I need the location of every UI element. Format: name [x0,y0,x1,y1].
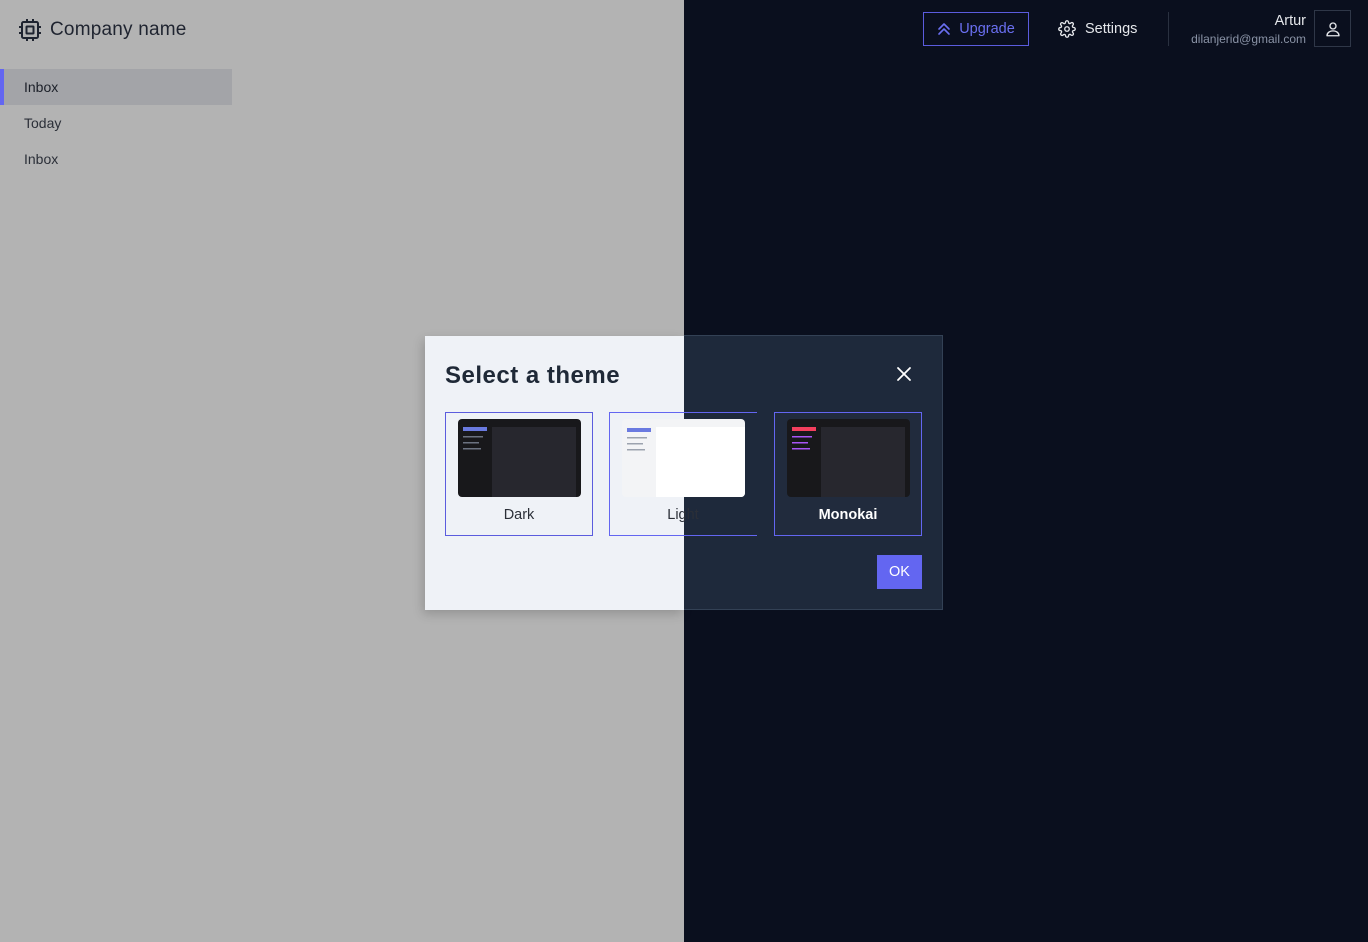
sidebar-item-inbox[interactable]: Inbox [0,69,232,105]
ok-button[interactable]: OK [877,555,922,589]
settings-button[interactable]: Settings [1058,19,1137,39]
user-name: Artur [1274,13,1306,29]
chevrons-up-icon [938,23,950,35]
brand-name: Company name [50,19,187,40]
user-icon [1325,21,1340,36]
brand[interactable]: Company name [18,18,187,42]
settings-label: Settings [1085,21,1138,37]
theme-label-light-text: Light [667,507,699,523]
theme-label-monokai: Monokai [818,507,878,523]
theme-modal: Select a theme Dark Light Monokai OK [425,336,943,610]
theme-label-light: Light [610,507,756,523]
avatar-button[interactable] [1314,10,1351,47]
user-email: dilanjerid@gmail.com [1191,32,1306,46]
user-info: Artur dilanjerid@gmail.com [1191,13,1306,46]
sidebar-item-inbox-secondary[interactable]: Inbox [0,141,232,177]
sidebar-item-today[interactable]: Today [0,105,232,141]
upgrade-button[interactable]: Upgrade [923,12,1029,46]
upgrade-label: Upgrade [959,21,1015,37]
theme-card-light[interactable]: Light [609,412,757,536]
theme-card-monokai[interactable]: Monokai [774,412,922,536]
light-theme-preview [622,419,745,497]
theme-label-dark: Dark [503,507,535,523]
gear-icon [1058,20,1076,38]
close-icon[interactable] [895,365,913,383]
modal-title: Select a theme [445,362,621,389]
dark-theme-preview [458,419,581,497]
header-divider [1168,12,1169,46]
cpu-chip-icon [19,19,41,41]
monokai-theme-preview [787,419,910,497]
theme-card-dark[interactable]: Dark [445,412,593,536]
sidebar: Inbox Today Inbox [0,69,232,177]
